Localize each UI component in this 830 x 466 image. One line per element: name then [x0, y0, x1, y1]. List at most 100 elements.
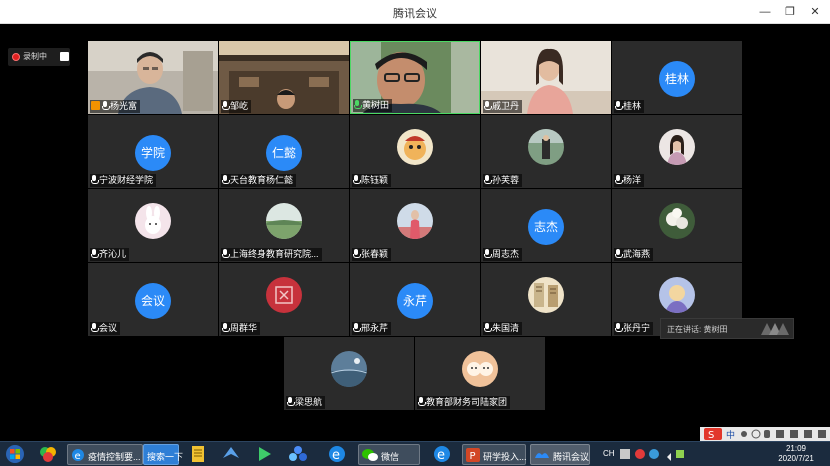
wechat-label: 微信 [381, 452, 400, 462]
taskbar-app-notes-icon[interactable] [187, 444, 211, 465]
clock-time: 21:09 [785, 444, 807, 453]
participant-name: 杨洋 [614, 174, 645, 187]
participant-name: 教育部财务司陆家团 [417, 396, 511, 409]
microphone-icon [615, 175, 623, 184]
host-icon [91, 101, 100, 110]
avatar [266, 203, 302, 239]
start-button[interactable] [4, 444, 28, 465]
system-tray-toolbar: S 中 [700, 427, 830, 441]
stop-recording-button[interactable] [60, 52, 69, 61]
taskbar-ie-icon-2[interactable]: e [431, 444, 455, 465]
participant-name: 会议 [90, 322, 121, 335]
avatar [659, 203, 695, 239]
taskbar-wechat-window[interactable]: 微信 [358, 444, 420, 465]
participant-name: 杨光富 [90, 100, 141, 113]
microphone-icon [287, 397, 295, 406]
microphone-icon [484, 101, 492, 110]
minimize-icon[interactable]: — [756, 3, 774, 21]
avatar [659, 277, 695, 313]
taskbar-ie-icon[interactable]: e [326, 444, 350, 465]
participant-tile[interactable]: 齐沁儿 [88, 189, 218, 262]
participant-name: 周群华 [221, 322, 261, 335]
participant-tile-speaking[interactable]: 黄树田 [350, 41, 480, 114]
avatar: 永芹 [397, 283, 433, 319]
avatar [462, 351, 498, 387]
participant-tile[interactable]: 志杰 周志杰 [481, 189, 611, 262]
avatar [528, 277, 564, 313]
participant-tile[interactable]: 会议 会议 [88, 263, 218, 336]
taskbar-app-flower-icon[interactable] [287, 444, 311, 465]
microphone-icon [353, 175, 361, 184]
maximize-icon[interactable]: ❐ [781, 3, 799, 21]
taskbar-app-player-icon[interactable] [253, 444, 277, 465]
microphone-icon [222, 249, 230, 258]
taskbar-app-colorful-icon[interactable] [37, 444, 61, 465]
search-button[interactable]: 搜索一下 [143, 444, 183, 465]
participant-tile[interactable]: 武海燕 [612, 189, 742, 262]
participant-name: 黄树田 [353, 99, 393, 112]
participant-tile[interactable]: 邹屹 [219, 41, 349, 114]
avatar [659, 129, 695, 165]
participant-tile[interactable]: 上海终身教育研究院... [219, 189, 349, 262]
participant-tile[interactable]: 杨光富 [88, 41, 218, 114]
clock-date: 2020/7/21 [778, 454, 814, 463]
participant-tile[interactable]: 梁思航 [284, 337, 414, 410]
microphone-icon [91, 249, 99, 258]
microphone-icon [353, 249, 361, 258]
participant-tile[interactable]: 孙芙蓉 [481, 115, 611, 188]
tencent-meeting-icon [535, 453, 549, 458]
svg-text:S: S [708, 430, 714, 441]
input-method-label[interactable]: CH [603, 449, 615, 458]
participant-name: 上海终身教育研究院... [221, 248, 322, 261]
avatar [331, 351, 367, 387]
search-label: 搜索一下 [147, 452, 184, 462]
tray-app-icon [620, 449, 630, 459]
microphone-icon [222, 323, 230, 332]
avatar: 桂林 [659, 61, 695, 97]
avatar: 志杰 [528, 209, 564, 245]
speaking-text: 正在讲话: 黄树田 [667, 325, 728, 334]
microphone-icon [615, 323, 623, 332]
participant-tile[interactable]: 陈钰颖 [350, 115, 480, 188]
participant-tile[interactable]: 教育部财务司陆家团 [415, 337, 545, 410]
taskbar-app-bird-icon[interactable] [220, 444, 244, 465]
participant-tile[interactable]: 周群华 [219, 263, 349, 336]
participant-name: 天台教育杨仁懿 [221, 174, 297, 187]
system-clock[interactable]: 21:09 2020/7/21 [768, 444, 824, 464]
participant-tile[interactable]: 戚卫丹 [481, 41, 611, 114]
avatar [528, 129, 564, 165]
taskbar-meeting-window[interactable]: 腾讯会议 [530, 444, 590, 465]
microphone-icon [102, 101, 110, 110]
participant-tile[interactable]: 永芹 邢永芹 [350, 263, 480, 336]
svg-text:e: e [332, 448, 340, 463]
title-bar: 腾讯会议 — ❐ ✕ [0, 0, 830, 24]
microphone-icon [615, 101, 623, 110]
tray-icons-group [618, 444, 686, 465]
participant-tile[interactable]: 学院 宁波财经学院 [88, 115, 218, 188]
participant-name: 张丹宁 [614, 322, 654, 335]
participant-name: 武海燕 [614, 248, 654, 261]
taskbar-powerpoint-window[interactable]: P 研学投入... [462, 444, 527, 465]
participant-tile[interactable]: 张春颖 [350, 189, 480, 262]
microphone-icon [484, 323, 492, 332]
svg-text:e: e [437, 448, 445, 463]
participant-tile[interactable]: 桂林 桂林 [612, 41, 742, 114]
svg-text:e: e [75, 451, 81, 462]
avatar [135, 203, 171, 239]
participant-name: 朱国清 [483, 322, 523, 335]
participant-tile[interactable]: 仁懿 天台教育杨仁懿 [219, 115, 349, 188]
participant-tile[interactable]: 杨洋 [612, 115, 742, 188]
taskbar-browser-window[interactable]: e 疫情控制要... [67, 444, 143, 465]
participant-tile[interactable]: 朱国清 [481, 263, 611, 336]
avatar [397, 129, 433, 165]
microphone-active-icon [354, 100, 362, 109]
tray-shield-icon [635, 449, 645, 459]
taskbar: e 疫情控制要... 搜索一下 e 微信 e P 研学投入... 腾讯会议 CH… [0, 441, 830, 466]
microphone-icon [484, 249, 492, 258]
participant-name: 桂林 [614, 100, 645, 113]
microphone-icon [418, 397, 426, 406]
close-icon[interactable]: ✕ [806, 3, 824, 21]
avatar: 仁懿 [266, 135, 302, 171]
participant-name: 孙芙蓉 [483, 174, 523, 187]
tray-network-icon [649, 449, 659, 459]
